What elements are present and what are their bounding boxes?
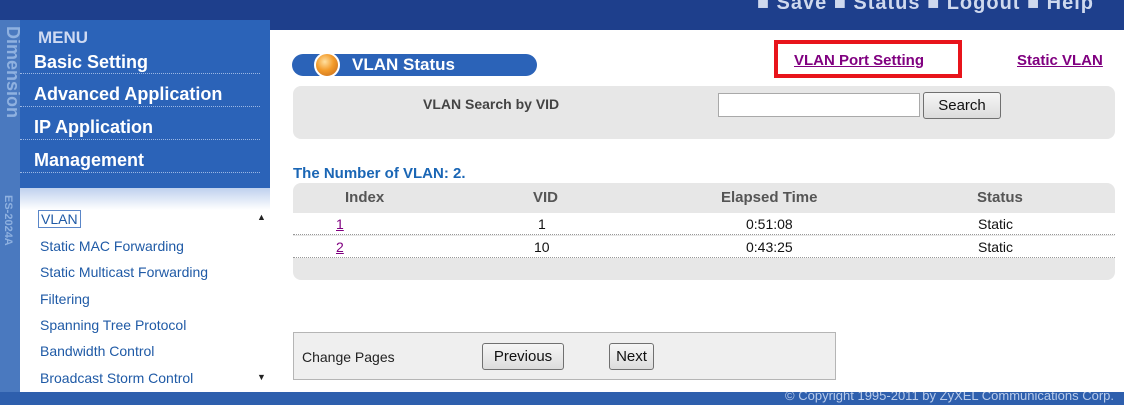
vlan-port-setting-link[interactable]: VLAN Port Setting — [794, 52, 924, 69]
row-status: Static — [978, 239, 1014, 255]
row-index-link[interactable]: 1 — [336, 216, 344, 232]
column-header-status: Status — [977, 189, 1023, 206]
previous-button[interactable]: Previous — [482, 343, 564, 370]
app-window: ■ Save ■ Status ■ Logout ■ Help Dimensio… — [0, 0, 1124, 405]
static-vlan-link[interactable]: Static VLAN — [1017, 52, 1103, 69]
row-status: Static — [978, 216, 1014, 232]
vlan-table: Index VID Elapsed Time Status 1 1 0:51:0… — [293, 183, 1115, 280]
menu-item-ip-application[interactable]: IP Application — [20, 107, 260, 140]
column-header-index: Index — [345, 189, 385, 206]
search-label: VLAN Search by VID — [423, 96, 560, 112]
next-button[interactable]: Next — [609, 343, 654, 370]
submenu-list: VLAN Static MAC Forwarding Static Multic… — [20, 188, 270, 388]
row-index-link[interactable]: 2 — [336, 239, 344, 255]
scroll-up-icon[interactable]: ▲ — [257, 212, 266, 222]
search-panel: VLAN Search by VID Search — [293, 86, 1115, 139]
row-elapsed-time: 0:51:08 — [746, 216, 793, 232]
table-row: 1 1 0:51:08 Static — [293, 213, 1115, 235]
brand-strip: Dimension ES-2024A — [0, 20, 20, 392]
search-button[interactable]: Search — [923, 92, 1001, 119]
column-header-elapsed-time: Elapsed Time — [721, 189, 818, 206]
main-menu: MENU Basic Setting Advanced Application … — [20, 20, 270, 188]
row-vid: 10 — [534, 239, 550, 255]
table-row: 2 10 0:43:25 Static — [293, 236, 1115, 258]
header-links[interactable]: ■ Save ■ Status ■ Logout ■ Help — [757, 0, 1094, 15]
submenu-item-spanning-tree-protocol[interactable]: Spanning Tree Protocol — [40, 317, 186, 333]
submenu-item-static-multicast-forwarding[interactable]: Static Multicast Forwarding — [40, 264, 208, 280]
vlan-status-panel: VLAN Status VLAN Port Setting Static VLA… — [280, 38, 1124, 392]
change-pages-label: Change Pages — [302, 349, 395, 365]
submenu-fade — [20, 188, 270, 210]
row-elapsed-time: 0:43:25 — [746, 239, 793, 255]
orange-ball-icon — [314, 52, 340, 78]
bottom-bar: © Copyright 1995-2011 by ZyXEL Communica… — [0, 388, 1124, 405]
submenu-item-broadcast-storm-control[interactable]: Broadcast Storm Control — [40, 370, 193, 386]
menu-item-advanced-application[interactable]: Advanced Application — [20, 74, 260, 107]
page-navigation: Change Pages Previous Next — [293, 332, 836, 380]
submenu-item-static-mac-forwarding[interactable]: Static MAC Forwarding — [40, 238, 184, 254]
submenu-item-filtering[interactable]: Filtering — [40, 291, 90, 307]
page-title: VLAN Status — [352, 55, 455, 74]
submenu-item-vlan[interactable]: VLAN — [38, 210, 81, 228]
brand-name: Dimension — [3, 26, 20, 119]
submenu-item-bandwidth-control[interactable]: Bandwidth Control — [40, 343, 154, 359]
vid-search-input[interactable] — [718, 93, 920, 117]
menu-item-management[interactable]: Management — [20, 140, 260, 173]
column-header-vid: VID — [533, 189, 559, 206]
vlan-count-text: The Number of VLAN: 2. — [293, 165, 466, 182]
menu-item-basic-setting[interactable]: Basic Setting — [20, 46, 260, 74]
scroll-down-icon[interactable]: ▼ — [257, 372, 266, 382]
brand-model: ES-2024A — [2, 195, 14, 246]
row-vid: 1 — [538, 216, 546, 232]
menu-title: MENU — [38, 28, 89, 47]
page-title-banner: VLAN Status — [292, 52, 537, 78]
